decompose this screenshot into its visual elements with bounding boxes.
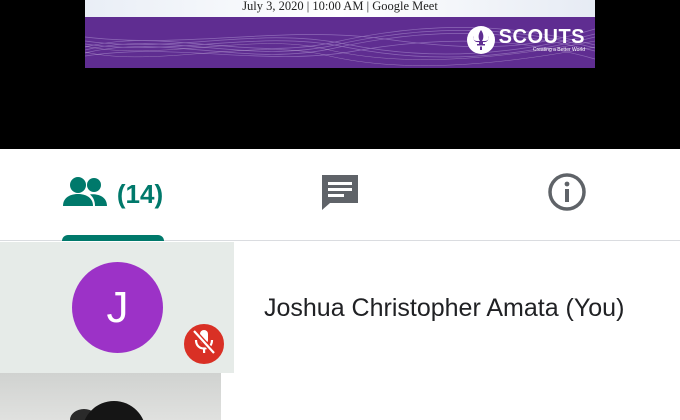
avatar: J	[72, 262, 163, 353]
active-tab-indicator	[62, 235, 164, 241]
logo-tagline: Creating a Better World	[532, 47, 585, 53]
video-person-head	[82, 401, 146, 420]
participant-video-tile	[0, 373, 221, 420]
mute-status-badge	[181, 321, 227, 367]
people-icon	[62, 176, 107, 213]
tab-info[interactable]	[453, 149, 680, 240]
banner-purple-strip: SCOUTS Creating a Better World	[85, 17, 595, 68]
fleur-de-lis-icon	[466, 26, 495, 54]
tab-people[interactable]: (14)	[0, 149, 226, 240]
mic-off-icon	[191, 328, 217, 361]
logo-word: SCOUTS	[498, 26, 585, 48]
presentation-banner: July 3, 2020 | 10:00 AM | Google Meet SC…	[85, 0, 595, 68]
tab-chat[interactable]	[226, 149, 453, 240]
presentation-area: July 3, 2020 | 10:00 AM | Google Meet SC…	[0, 0, 680, 149]
scouts-logo: SCOUTS Creating a Better World	[466, 26, 585, 54]
side-panel-tabbar: (14)	[0, 149, 680, 241]
banner-top-strip: July 3, 2020 | 10:00 AM | Google Meet	[85, 0, 595, 17]
participant-count: (14)	[116, 179, 164, 209]
banner-date-line: July 3, 2020 | 10:00 AM | Google Meet	[242, 0, 438, 13]
participant-name: Joshua Christopher Amata (You)	[264, 294, 625, 322]
chat-icon	[320, 173, 360, 216]
info-icon	[547, 172, 587, 217]
